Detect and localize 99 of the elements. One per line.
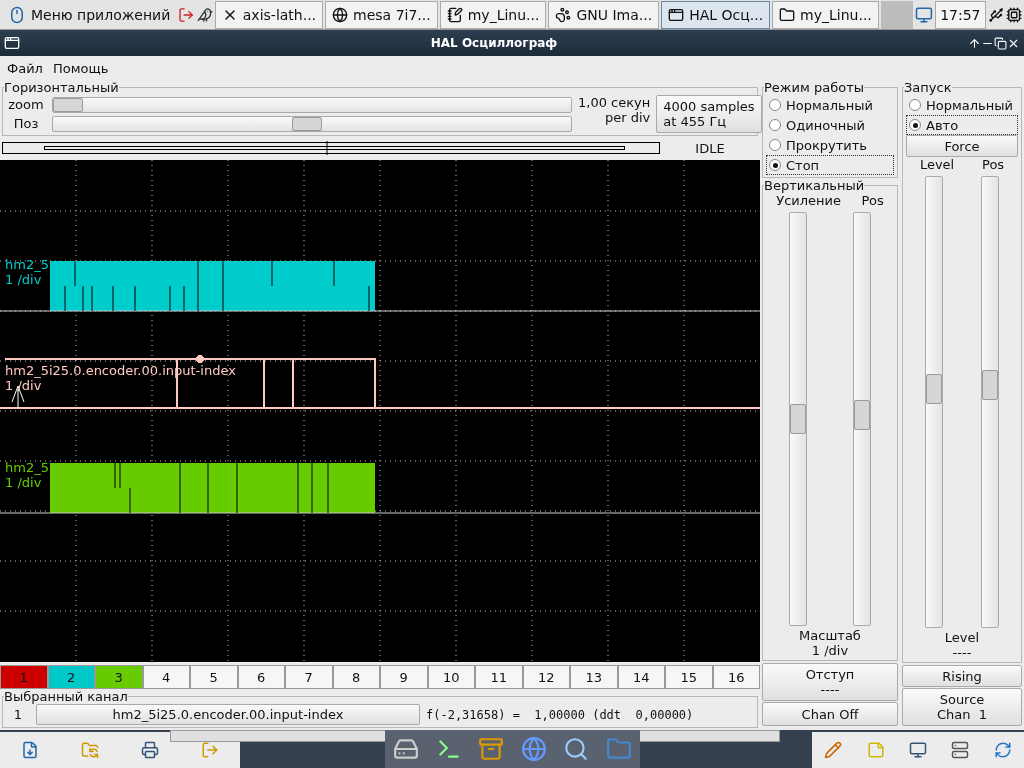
slider-track[interactable] [52,115,572,132]
globe-icon[interactable] [520,736,547,762]
group-title: Вертикальный [764,178,865,193]
channel-button[interactable]: 14 [617,665,665,689]
channel-button[interactable]: 6 [237,665,285,689]
channel-button[interactable]: 16 [712,665,760,689]
source-button[interactable]: Source Chan 1 [902,688,1022,726]
channel-button[interactable]: 4 [142,665,190,689]
printer-icon[interactable] [141,741,159,759]
scale-label: Масштаб [798,628,862,643]
taskbar-task[interactable]: mesa 7i7... [325,0,438,29]
trace-scale: 1 /div [5,378,42,393]
channel-button[interactable]: 15 [665,665,713,689]
window-icon[interactable] [4,35,20,51]
radio-option[interactable]: Прокрутить [766,135,894,155]
radio-option[interactable]: Нормальный [906,95,1018,115]
paw-icon [555,6,572,23]
taskbar-gap [880,0,914,29]
server-icon[interactable] [951,741,970,759]
radio-option[interactable]: Одиночный [766,115,894,135]
slider-track[interactable] [981,176,999,628]
slider-label: Поз [12,116,40,131]
channel-name-button[interactable]: hm2_5i25.0.encoder.00.input-index [36,704,420,725]
slider-thumb[interactable] [292,116,323,131]
folder-icon[interactable] [81,741,99,759]
channel-button[interactable]: 2 [47,665,95,689]
monitor-icon[interactable] [908,741,927,759]
group-title: Горизонтальный [4,80,119,95]
slider-label: Level [919,157,955,172]
window-title: HAL Осциллограф [429,36,559,50]
channel-button[interactable]: 3 [95,665,143,689]
exit-icon[interactable] [201,741,219,759]
channel-button[interactable]: 10 [427,665,475,689]
level-value: ---- [951,645,973,660]
channel-button[interactable]: 8 [332,665,380,689]
trace-name: hm2_5 [5,460,49,475]
refresh-icon[interactable] [993,741,1012,759]
samples-button[interactable]: 4000 samples at 455 Гц [656,95,762,133]
download-icon[interactable] [21,741,39,759]
menu-item[interactable]: Файл [4,58,46,78]
mouse-icon [8,5,26,24]
window-icon [668,6,685,23]
group-title: Режим работы [764,80,864,95]
taskbar-task[interactable]: axis-lath... [214,0,324,29]
taskbar-task[interactable]: HAL Осц... [661,0,771,29]
channel-button[interactable]: 5 [190,665,238,689]
pencil-icon[interactable] [824,741,843,759]
slider-track[interactable] [52,96,572,113]
rate-text: 1,00 секун [578,95,651,110]
channel-button[interactable]: 11 [475,665,523,689]
slider-label: zoom [7,97,45,112]
drive-icon[interactable] [393,736,420,762]
taskbar-task[interactable]: GNU Ima... [548,0,660,29]
channel-number: 1 [12,707,24,722]
group-title: Выбранный канал [4,689,128,704]
status-text: IDLE [694,140,726,156]
force-button[interactable]: Force [906,135,1018,157]
channel-button[interactable]: 7 [285,665,333,689]
menu-item[interactable]: Помощь [49,58,112,78]
slider-thumb[interactable] [53,97,83,112]
channel-button[interactable]: 12 [522,665,570,689]
clock: 17:57 [935,0,986,29]
scale-value: 1 /div [810,643,850,658]
taskbar-task[interactable]: my_Linu... [772,0,879,29]
radio-option[interactable]: Стоп [766,155,894,175]
slider-thumb[interactable] [854,400,870,431]
app-menu-button[interactable]: Меню приложений [2,0,177,29]
globe-icon [332,6,349,23]
radio-option[interactable]: Нормальный [766,95,894,115]
slider-label: Pos [861,193,884,208]
arrow-up-icon[interactable] [968,36,981,50]
slider-track[interactable] [789,212,807,626]
channel-button[interactable]: 13 [570,665,618,689]
trace-scale: 1 /div [5,475,42,490]
slider-track[interactable] [853,212,871,626]
taskbar-task[interactable]: my_Linu... [439,0,547,29]
slider-thumb[interactable] [926,374,942,405]
trace-name: hm2_5 [5,257,49,272]
search-icon[interactable] [563,736,590,762]
slider-label: Усиление [776,193,842,208]
edge-button[interactable]: Rising [902,665,1022,687]
notepad-icon [446,6,463,23]
slider-thumb[interactable] [982,370,998,401]
slider-track[interactable] [925,176,943,628]
folder-icon [779,6,796,23]
restore-icon[interactable] [994,36,1007,50]
cabinet-icon[interactable] [478,736,505,762]
readout-text: f(-2,31658) = 1,00000 (ddt 0,00000) [426,707,694,722]
rate-text: per div [605,110,651,125]
slider-label: Pos [982,157,1005,172]
level-label: Level [943,630,981,645]
note-icon[interactable] [866,741,885,759]
chan-off-button[interactable]: Chan Off [762,702,898,726]
trace-scale: 1 /div [5,272,42,287]
offset-button[interactable]: Отступ ---- [762,663,898,701]
folder-icon[interactable] [605,736,632,762]
slider-thumb[interactable] [790,404,806,434]
channel-button[interactable]: 9 [380,665,428,689]
group-title: Запуск [904,80,952,95]
